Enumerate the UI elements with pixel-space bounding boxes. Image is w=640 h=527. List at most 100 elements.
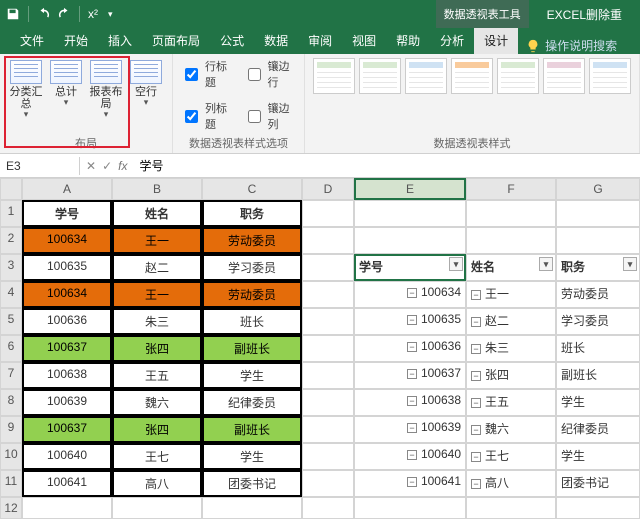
row-header[interactable]: 7: [0, 362, 22, 389]
save-icon[interactable]: [6, 7, 20, 21]
row-header[interactable]: 1: [0, 200, 22, 227]
pivot-row-name[interactable]: −高八: [466, 470, 556, 497]
cell[interactable]: [302, 227, 354, 254]
col-header[interactable]: B: [112, 178, 202, 200]
cell-name[interactable]: 张四: [112, 416, 202, 443]
filter-dropdown-icon[interactable]: ▾: [623, 257, 637, 271]
pivot-row-post[interactable]: 劳动委员: [556, 281, 640, 308]
pivot-row-name[interactable]: −魏六: [466, 416, 556, 443]
table-header-name[interactable]: 姓名: [112, 200, 202, 227]
tab-file[interactable]: 文件: [10, 28, 54, 54]
col-header[interactable]: F: [466, 178, 556, 200]
cell[interactable]: [466, 227, 556, 254]
cell-post[interactable]: 劳动委员: [202, 281, 302, 308]
table-header-id[interactable]: 学号: [22, 200, 112, 227]
pivot-row-name[interactable]: −王五: [466, 389, 556, 416]
collapse-icon[interactable]: −: [407, 315, 417, 325]
pivot-row-id[interactable]: −100636: [354, 335, 466, 362]
tab-pagelayout[interactable]: 页面布局: [142, 28, 210, 54]
cell-post[interactable]: 劳动委员: [202, 227, 302, 254]
collapse-icon[interactable]: −: [407, 369, 417, 379]
row-header[interactable]: 10: [0, 443, 22, 470]
col-header[interactable]: E: [354, 178, 466, 200]
filter-dropdown-icon[interactable]: ▾: [449, 257, 463, 271]
collapse-icon[interactable]: −: [471, 317, 481, 327]
pivot-row-id[interactable]: −100641: [354, 470, 466, 497]
pivot-row-name[interactable]: −张四: [466, 362, 556, 389]
superscript-icon[interactable]: x²: [88, 7, 102, 21]
cell-id[interactable]: 100634: [22, 281, 112, 308]
formula-input[interactable]: [133, 157, 640, 175]
tab-home[interactable]: 开始: [54, 28, 98, 54]
pivot-style-thumb[interactable]: [543, 58, 585, 94]
pivot-style-thumb[interactable]: [313, 58, 355, 94]
grandtotals-button[interactable]: 总计: [48, 58, 84, 122]
row-header[interactable]: 12: [0, 497, 22, 519]
collapse-icon[interactable]: −: [407, 396, 417, 406]
pivot-row-post[interactable]: 学习委员: [556, 308, 640, 335]
cell[interactable]: [556, 227, 640, 254]
tab-analyze[interactable]: 分析: [430, 28, 474, 54]
cell-post[interactable]: 纪律委员: [202, 389, 302, 416]
cell-post[interactable]: 团委书记: [202, 470, 302, 497]
redo-icon[interactable]: [57, 7, 71, 21]
cell-name[interactable]: 高八: [112, 470, 202, 497]
pivot-style-thumb[interactable]: [589, 58, 631, 94]
blankrows-button[interactable]: 空行: [128, 58, 164, 122]
cell-name[interactable]: 张四: [112, 335, 202, 362]
cell-post[interactable]: 副班长: [202, 416, 302, 443]
filter-dropdown-icon[interactable]: ▾: [539, 257, 553, 271]
pivot-field-post[interactable]: 职务▾: [556, 254, 640, 281]
cell[interactable]: [302, 416, 354, 443]
collapse-icon[interactable]: −: [407, 288, 417, 298]
cell[interactable]: [354, 497, 466, 519]
pivot-style-thumb[interactable]: [405, 58, 447, 94]
cell-post[interactable]: 学生: [202, 443, 302, 470]
cell[interactable]: [302, 254, 354, 281]
cell-name[interactable]: 王七: [112, 443, 202, 470]
cell[interactable]: [22, 497, 112, 519]
undo-icon[interactable]: [37, 7, 51, 21]
pivot-row-post[interactable]: 班长: [556, 335, 640, 362]
row-header[interactable]: 2: [0, 227, 22, 254]
cell-id[interactable]: 100641: [22, 470, 112, 497]
enter-icon[interactable]: ✓: [102, 159, 112, 173]
tab-design[interactable]: 设计: [474, 28, 518, 54]
pivot-row-id[interactable]: −100638: [354, 389, 466, 416]
reportlayout-button[interactable]: 报表布局: [88, 58, 124, 122]
col-headers-checkbox[interactable]: 列标题: [181, 100, 234, 132]
cell-name[interactable]: 王五: [112, 362, 202, 389]
pivot-row-post[interactable]: 纪律委员: [556, 416, 640, 443]
pivot-row-name[interactable]: −赵二: [466, 308, 556, 335]
cell-id[interactable]: 100638: [22, 362, 112, 389]
cell-post[interactable]: 学生: [202, 362, 302, 389]
cell[interactable]: [112, 497, 202, 519]
row-header[interactable]: 3: [0, 254, 22, 281]
cell-id[interactable]: 100637: [22, 335, 112, 362]
pivot-row-post[interactable]: 学生: [556, 443, 640, 470]
cell[interactable]: [354, 200, 466, 227]
subtotals-button[interactable]: 分类汇总: [8, 58, 44, 122]
pivot-style-thumb[interactable]: [359, 58, 401, 94]
row-header[interactable]: 8: [0, 389, 22, 416]
pivot-row-name[interactable]: −朱三: [466, 335, 556, 362]
tell-me[interactable]: 操作说明搜索: [518, 37, 617, 54]
select-all-corner[interactable]: [0, 178, 22, 200]
banded-cols-checkbox[interactable]: 镶边列: [244, 100, 297, 132]
name-box[interactable]: E3: [0, 157, 80, 175]
pivot-row-name[interactable]: −王七: [466, 443, 556, 470]
cell[interactable]: [466, 497, 556, 519]
pivot-field-id[interactable]: 学号▾: [354, 254, 466, 281]
pivot-row-id[interactable]: −100634: [354, 281, 466, 308]
fx-icon[interactable]: fx: [118, 159, 127, 173]
tab-help[interactable]: 帮助: [386, 28, 430, 54]
collapse-icon[interactable]: −: [471, 425, 481, 435]
cell-id[interactable]: 100639: [22, 389, 112, 416]
tab-view[interactable]: 视图: [342, 28, 386, 54]
cell[interactable]: [556, 497, 640, 519]
tab-data[interactable]: 数据: [254, 28, 298, 54]
row-header[interactable]: 4: [0, 281, 22, 308]
col-header[interactable]: D: [302, 178, 354, 200]
cell-post[interactable]: 学习委员: [202, 254, 302, 281]
collapse-icon[interactable]: −: [471, 290, 481, 300]
